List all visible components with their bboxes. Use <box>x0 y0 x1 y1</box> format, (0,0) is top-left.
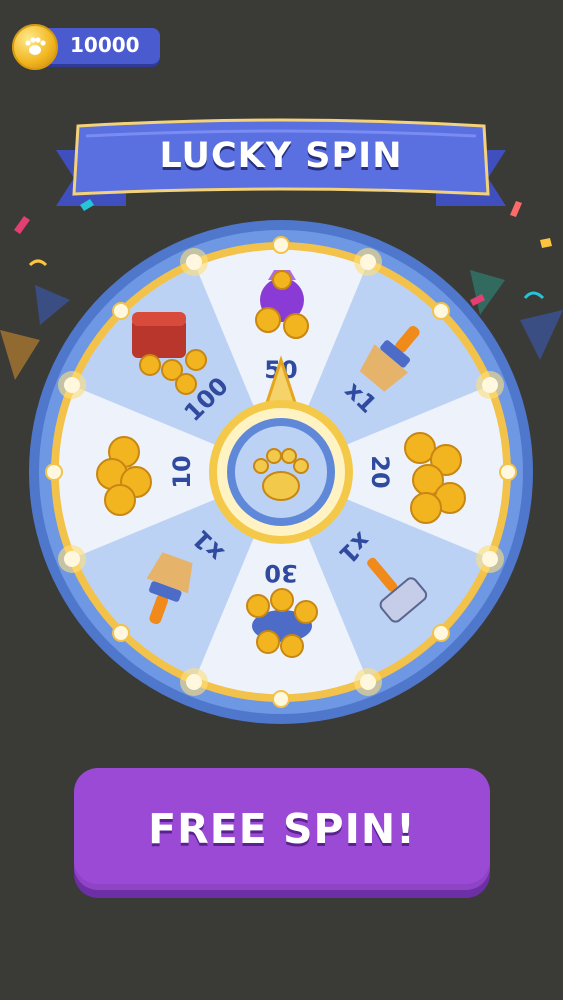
segment-label-20: 20 <box>366 455 394 488</box>
free-spin-label: FREE SPIN! <box>148 805 416 853</box>
segment-label-30: 30 <box>264 559 297 587</box>
segment-label-10: 10 <box>168 455 196 488</box>
free-spin-button[interactable]: FREE SPIN! <box>74 768 490 890</box>
